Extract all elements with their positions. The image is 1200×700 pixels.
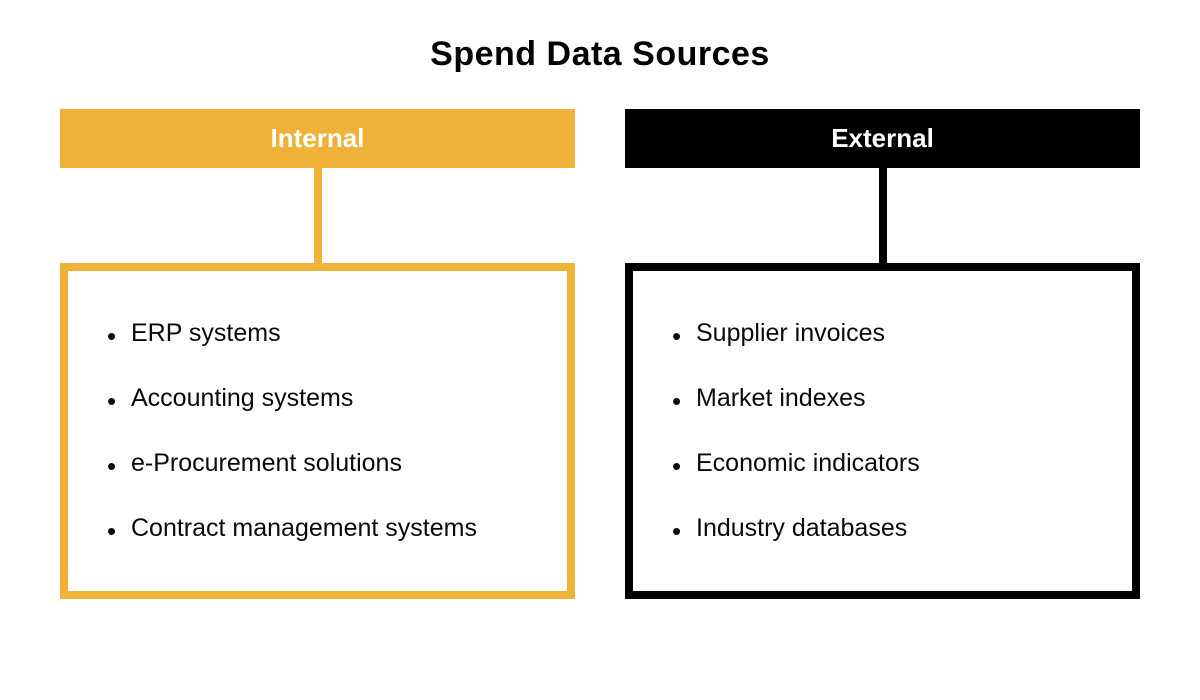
- columns-container: Internal ERP systems Accounting systems …: [60, 109, 1140, 599]
- internal-column: Internal ERP systems Accounting systems …: [60, 109, 575, 599]
- list-item: Economic indicators: [668, 431, 1097, 496]
- external-content-box: Supplier invoices Market indexes Economi…: [625, 263, 1140, 599]
- external-list: Supplier invoices Market indexes Economi…: [668, 301, 1097, 561]
- external-column: External Supplier invoices Market indexe…: [625, 109, 1140, 599]
- external-header: External: [625, 109, 1140, 168]
- internal-content-box: ERP systems Accounting systems e-Procure…: [60, 263, 575, 599]
- list-item: e-Procurement solutions: [103, 431, 532, 496]
- internal-connector: [314, 168, 322, 263]
- diagram-title: Spend Data Sources: [60, 35, 1140, 74]
- list-item: Market indexes: [668, 366, 1097, 431]
- list-item: Supplier invoices: [668, 301, 1097, 366]
- internal-header: Internal: [60, 109, 575, 168]
- list-item: Industry databases: [668, 496, 1097, 561]
- internal-list: ERP systems Accounting systems e-Procure…: [103, 301, 532, 561]
- external-connector: [879, 168, 887, 263]
- list-item: Accounting systems: [103, 366, 532, 431]
- list-item: ERP systems: [103, 301, 532, 366]
- list-item: Contract management systems: [103, 496, 532, 561]
